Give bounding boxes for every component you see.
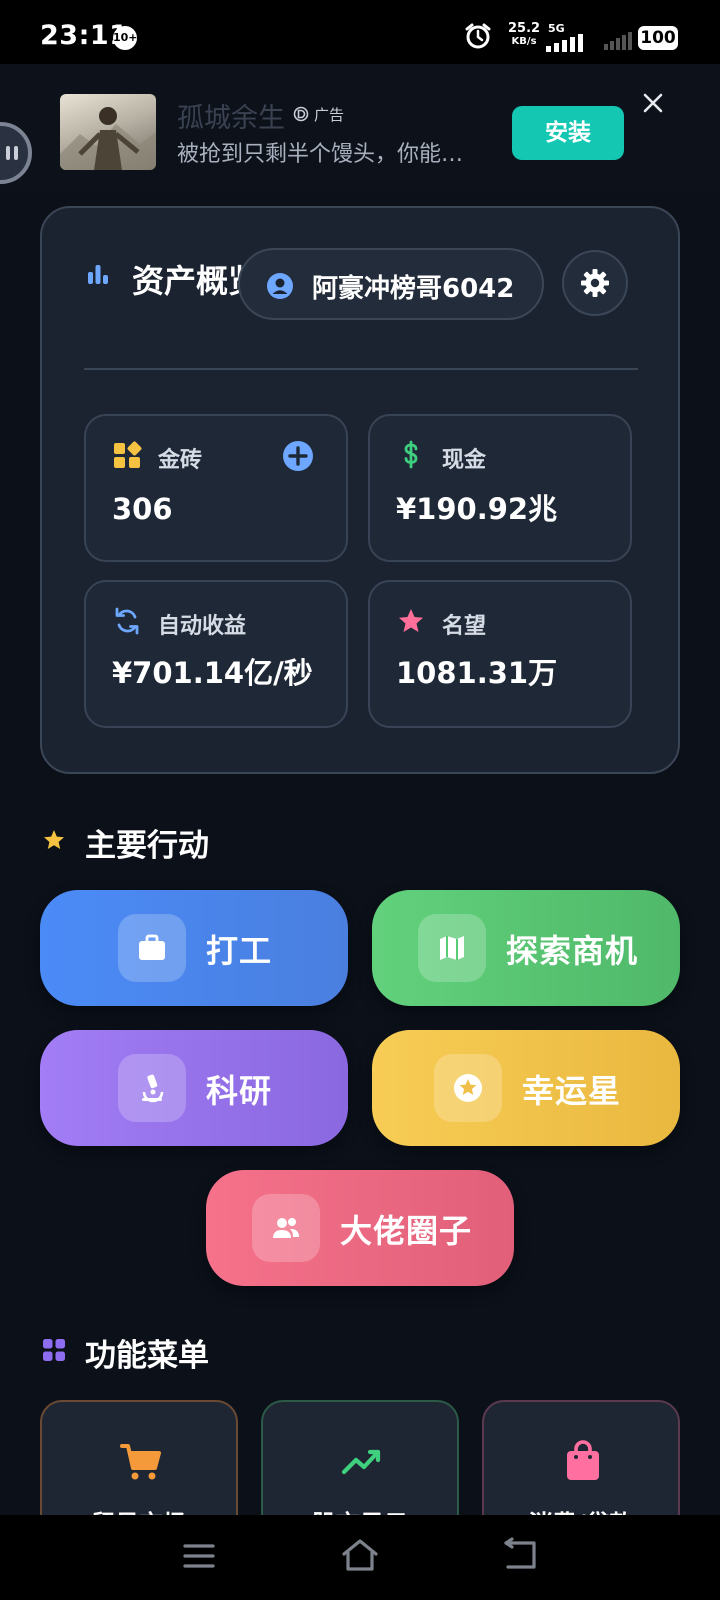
trend-icon [341,1449,381,1475]
refresh-icon [115,607,139,635]
ad-title: 孤城余生 [177,103,285,134]
lucky-star-icon-wrap [434,1054,502,1122]
ad-close-icon[interactable] [636,86,670,120]
function-menu-title: 功能菜单 [85,1338,209,1374]
ad-install-button[interactable]: 安装 [512,106,624,160]
add-gold-bricks-icon[interactable] [282,440,314,472]
ad-description: 被抢到只剩半个馒头，你能… [177,142,464,167]
menu-icon[interactable] [182,1541,216,1571]
stat-auto-income: 自动收益 ¥701.14亿/秒 [84,580,348,728]
alarm-icon [465,23,491,49]
stat-cash: 现金 ¥190.92兆 [368,414,632,562]
system-navigation-bar [0,1515,720,1600]
microscope-icon [142,1074,164,1103]
pause-icon [6,146,18,160]
signal-strength-icon [546,34,583,52]
research-label: 科研 [206,1072,273,1110]
user-avatar-icon [267,273,293,299]
work-label: 打工 [206,932,273,970]
lucky-star-label: 幸运星 [522,1072,622,1110]
briefcase-icon [139,934,165,960]
signal-strength-2-icon [604,32,632,50]
home-icon[interactable] [340,1537,380,1573]
big-shot-circle-button[interactable]: 大佬圈子 [206,1170,514,1286]
user-profile-pill[interactable]: 阿豪冲榜哥6042 [238,248,544,320]
explore-label: 探索商机 [506,932,639,970]
ad-mark-icon [293,106,309,122]
stat-label: 金砖 [158,448,203,473]
explore-opportunity-button[interactable]: 探索商机 [372,890,680,1006]
status-bar: 23:11 10+ 25.2 KB/s 5G 100 [0,0,720,64]
star-section-icon [44,830,64,849]
settings-button[interactable] [562,250,628,316]
star-badge-icon [454,1074,482,1102]
stat-value: ¥701.14亿/秒 [112,656,313,690]
big-shot-icon-wrap [252,1194,320,1262]
username: 阿豪冲榜哥6042 [312,274,515,304]
research-button[interactable]: 科研 [40,1030,348,1146]
stat-label: 现金 [442,448,487,473]
notification-count-badge: 10+ [113,26,138,50]
dollar-icon [404,440,418,469]
card-divider [84,368,638,370]
main-actions-title: 主要行动 [85,828,209,864]
lucky-star-button[interactable]: 幸运星 [372,1030,680,1146]
bar-chart-icon [88,265,108,284]
stat-label: 名望 [442,614,487,639]
ad-banner[interactable]: 孤城余生 广告 被抢到只剩半个馒头，你能… 安装 [0,64,720,194]
map-icon [440,936,464,960]
net-speed: 25.2 KB/s [508,21,541,47]
explore-icon-wrap [418,914,486,982]
back-icon[interactable] [502,1537,538,1573]
cart-icon [120,1444,161,1480]
people-icon [273,1218,299,1238]
stat-value: 1081.31万 [396,656,558,690]
gear-icon [581,269,609,297]
research-icon-wrap [118,1054,186,1122]
work-icon-wrap [118,914,186,982]
stat-value: 306 [112,492,173,526]
star-icon [399,609,423,632]
stat-gold-bricks: 金砖 306 [84,414,348,562]
stat-label: 自动收益 [158,614,247,639]
ad-tag: 广告 [314,106,345,124]
battery-indicator: 100 [638,26,678,50]
asset-overview-card: 资产概览 阿豪冲榜哥6042 金砖 306 现金 ¥190.92兆 自动收益 ¥… [40,206,680,774]
big-shot-label: 大佬圈子 [340,1212,473,1250]
stat-reputation: 名望 1081.31万 [368,580,632,728]
shopping-bag-icon [567,1440,599,1480]
grid-icon [43,1339,65,1361]
ad-game-thumbnail[interactable] [60,94,156,170]
work-button[interactable]: 打工 [40,890,348,1006]
stat-value: ¥190.92兆 [396,492,558,526]
gold-brick-icon [114,441,142,468]
